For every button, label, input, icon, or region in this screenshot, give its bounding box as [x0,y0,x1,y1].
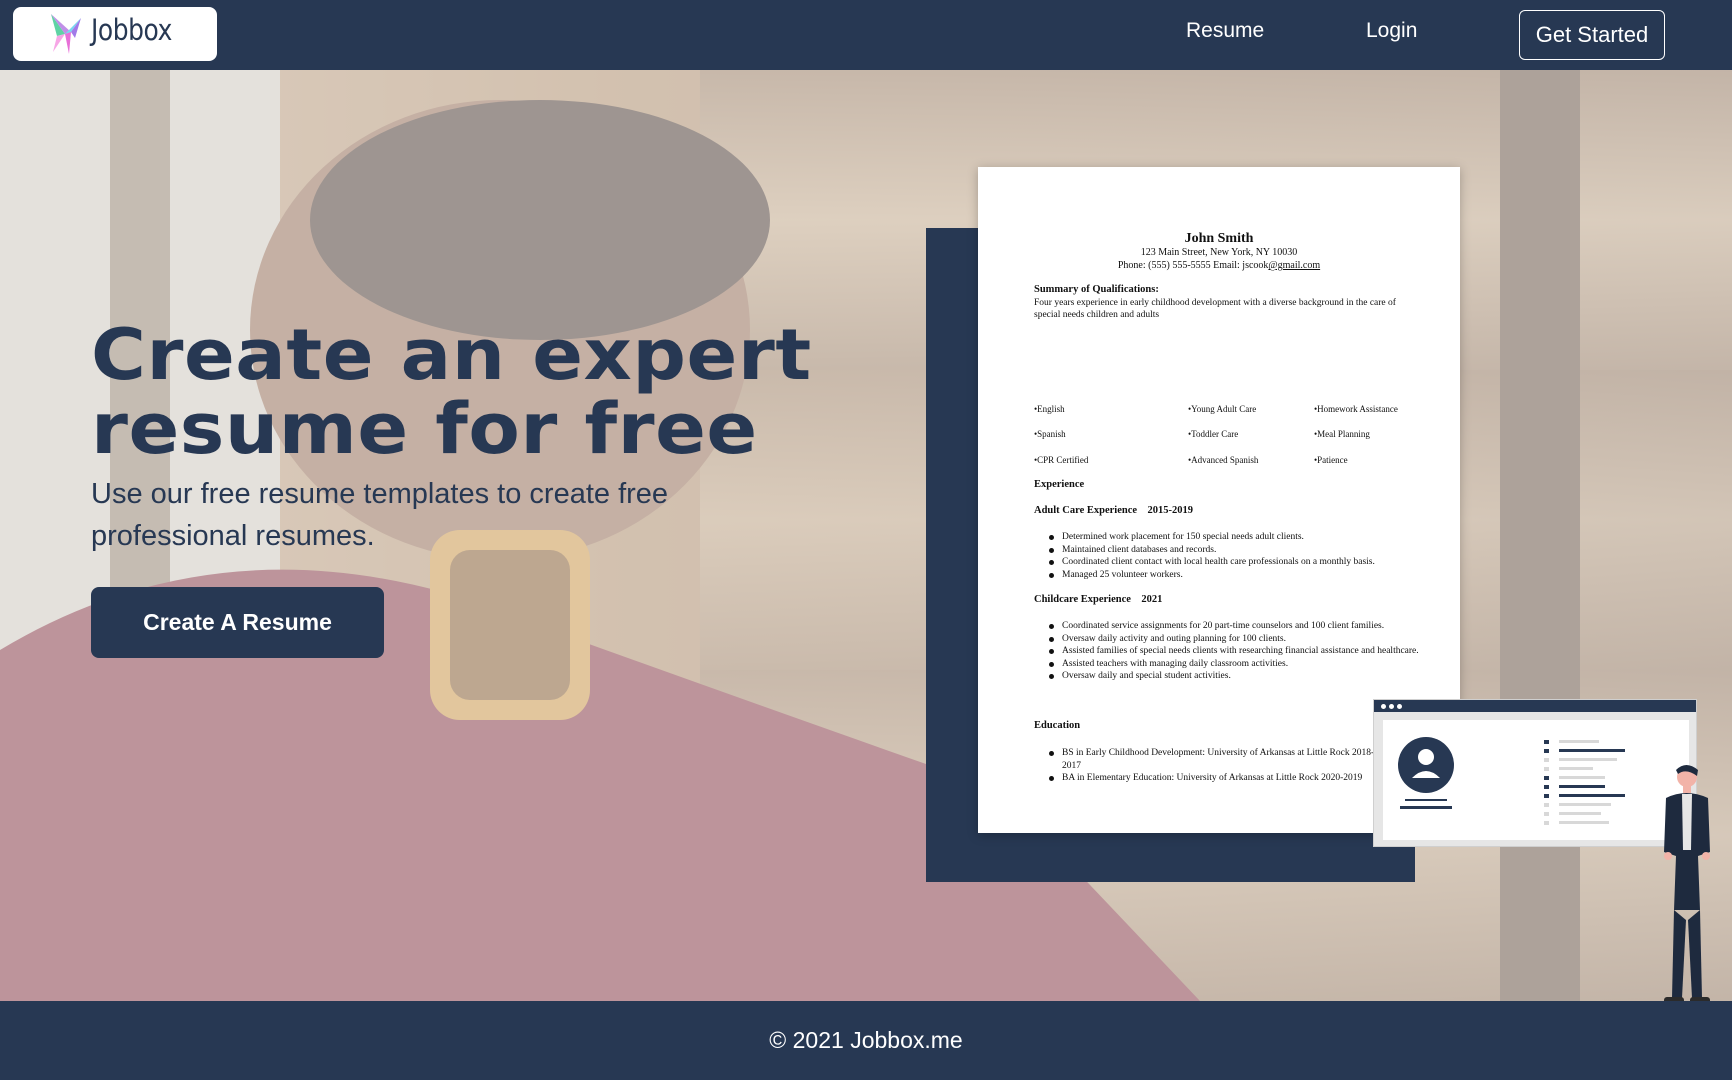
resume-bullet: Coordinated client contact with local he… [1049,556,1422,569]
nav-link-resume[interactable]: Resume [1186,19,1264,43]
resume-skill: •Homework Assistance [1314,404,1398,414]
resume-skill: •English [1034,404,1065,414]
resume-bullet: BS in Early Childhood Development: Unive… [1049,747,1382,772]
resume-address: 123 Main Street, New York, NY 10030 [1140,247,1298,258]
hero-section: Create an expert resume for free Use our… [0,70,1732,1001]
logo-link[interactable]: Jobbox [13,7,217,61]
navbar: Jobbox Resume Login Get Started [0,0,1732,70]
create-resume-button[interactable]: Create A Resume [91,587,384,658]
footer: © 2021 Jobbox.me [0,1001,1732,1080]
resume-bullet: Assisted teachers with managing daily cl… [1049,658,1422,671]
standing-person-illustration [1664,765,1710,1001]
resume-skill: •Advanced Spanish [1188,455,1259,465]
resume-skill: •Spanish [1034,429,1066,439]
window-dot [1381,704,1386,709]
logo-icon [51,14,81,54]
resume-education-heading: Education [1034,720,1081,731]
resume-summary-text: Four years experience in early childhood… [1034,298,1396,320]
footer-copyright: © 2021 Jobbox.me [769,1027,963,1053]
user-avatar-icon [1398,737,1454,793]
logo-text: Jobbox [91,13,172,47]
resume-skill: •Toddler Care [1188,429,1239,439]
resume-contact: Phone: (555) 555-5555 Email: jscook@gmai… [978,260,1460,271]
resume-bullet: Oversaw daily and special student activi… [1049,670,1422,683]
resume-job1-title: Adult Care Experience 2015-2019 [1034,505,1194,516]
hero-subheadline: Use our free resume templates to create … [91,478,669,552]
resume-bullet: Oversaw daily activity and outing planni… [1049,633,1422,646]
resume-bullet: BA in Elementary Education: University o… [1049,772,1382,785]
nav-link-login[interactable]: Login [1366,19,1417,43]
resume-skill: •Young Adult Care [1188,404,1257,414]
hero-headline-line-2: resume for free [91,388,758,470]
resume-contact-prefix: Phone: (555) 555-5555 Email: jscook [1117,260,1269,271]
hero-headline: Create an expert resume for free [91,318,812,466]
resume-experience-heading: Experience [1034,479,1085,490]
window-dot [1389,704,1394,709]
resume-bullet: Managed 25 volunteer workers. [1049,569,1422,582]
resume-bullet: Coordinated service assignments for 20 p… [1049,620,1422,633]
resume-job2-list: Coordinated service assignments for 20 p… [1049,620,1422,683]
get-started-button[interactable]: Get Started [1519,10,1665,60]
resume-email-domain: @gmail.com [1268,260,1321,271]
resume-bullet: Maintained client databases and records. [1049,544,1422,557]
resume-job2-title: Childcare Experience 2021 [1034,594,1163,605]
window-dot [1397,704,1402,709]
resume-job1-list: Determined work placement for 150 specia… [1049,531,1422,582]
resume-education-list: BS in Early Childhood Development: Unive… [1049,747,1382,785]
window-titlebar [1374,700,1696,712]
resume-skill: •CPR Certified [1034,455,1089,465]
resume-bullet: Assisted families of special needs clien… [1049,645,1422,658]
resume-summary-heading: Summary of Qualifications: [1034,284,1159,295]
resume-bullet: Determined work placement for 150 specia… [1049,531,1422,544]
resume-skill: •Patience [1314,455,1348,465]
hero-headline-line-1: Create an expert [91,314,812,396]
resume-skill: •Meal Planning [1314,429,1370,439]
resume-name: John Smith [1184,231,1254,246]
